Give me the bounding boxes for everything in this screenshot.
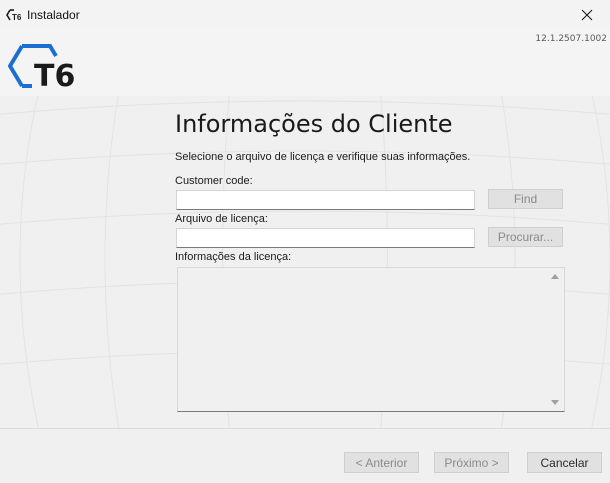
footer-divider <box>0 428 610 429</box>
close-button[interactable] <box>564 0 610 30</box>
cancel-button[interactable]: Cancelar <box>527 452 602 473</box>
back-button[interactable]: < Anterior <box>344 452 419 473</box>
t6-logo-icon: T6 <box>8 44 75 90</box>
main-content: Informações do Cliente Selecione o arqui… <box>0 96 610 428</box>
footer: < Anterior Próximo > Cancelar <box>0 428 610 483</box>
scroll-up-arrow-icon[interactable] <box>551 274 559 279</box>
customer-code-label: Customer code: <box>175 175 253 187</box>
page-subtitle: Selecione o arquivo de licença e verifiq… <box>175 151 471 163</box>
customer-code-input[interactable] <box>176 190 475 210</box>
next-button[interactable]: Próximo > <box>434 452 509 473</box>
header-banner: T6 12.1.2507.1002 <box>0 30 610 96</box>
scroll-down-arrow-icon[interactable] <box>551 400 559 405</box>
close-icon <box>581 9 593 21</box>
window-title: Instalador <box>27 8 80 22</box>
license-info-textarea[interactable] <box>177 267 565 412</box>
license-info-scrollbar[interactable] <box>547 268 564 411</box>
license-file-label: Arquivo de licença: <box>175 213 268 225</box>
version-label: 12.1.2507.1002 <box>535 34 607 44</box>
license-file-input[interactable] <box>176 228 475 248</box>
page-title: Informações do Cliente <box>175 110 453 138</box>
license-info-label: Informações da licença: <box>175 251 292 263</box>
t6-small-logo-icon: T6 <box>6 9 22 22</box>
svg-text:T6: T6 <box>12 13 22 22</box>
title-bar: T6 Instalador <box>0 0 610 30</box>
find-button[interactable]: Find <box>488 189 563 209</box>
logo-text: T6 <box>34 59 75 90</box>
browse-button[interactable]: Procurar... <box>488 227 563 247</box>
